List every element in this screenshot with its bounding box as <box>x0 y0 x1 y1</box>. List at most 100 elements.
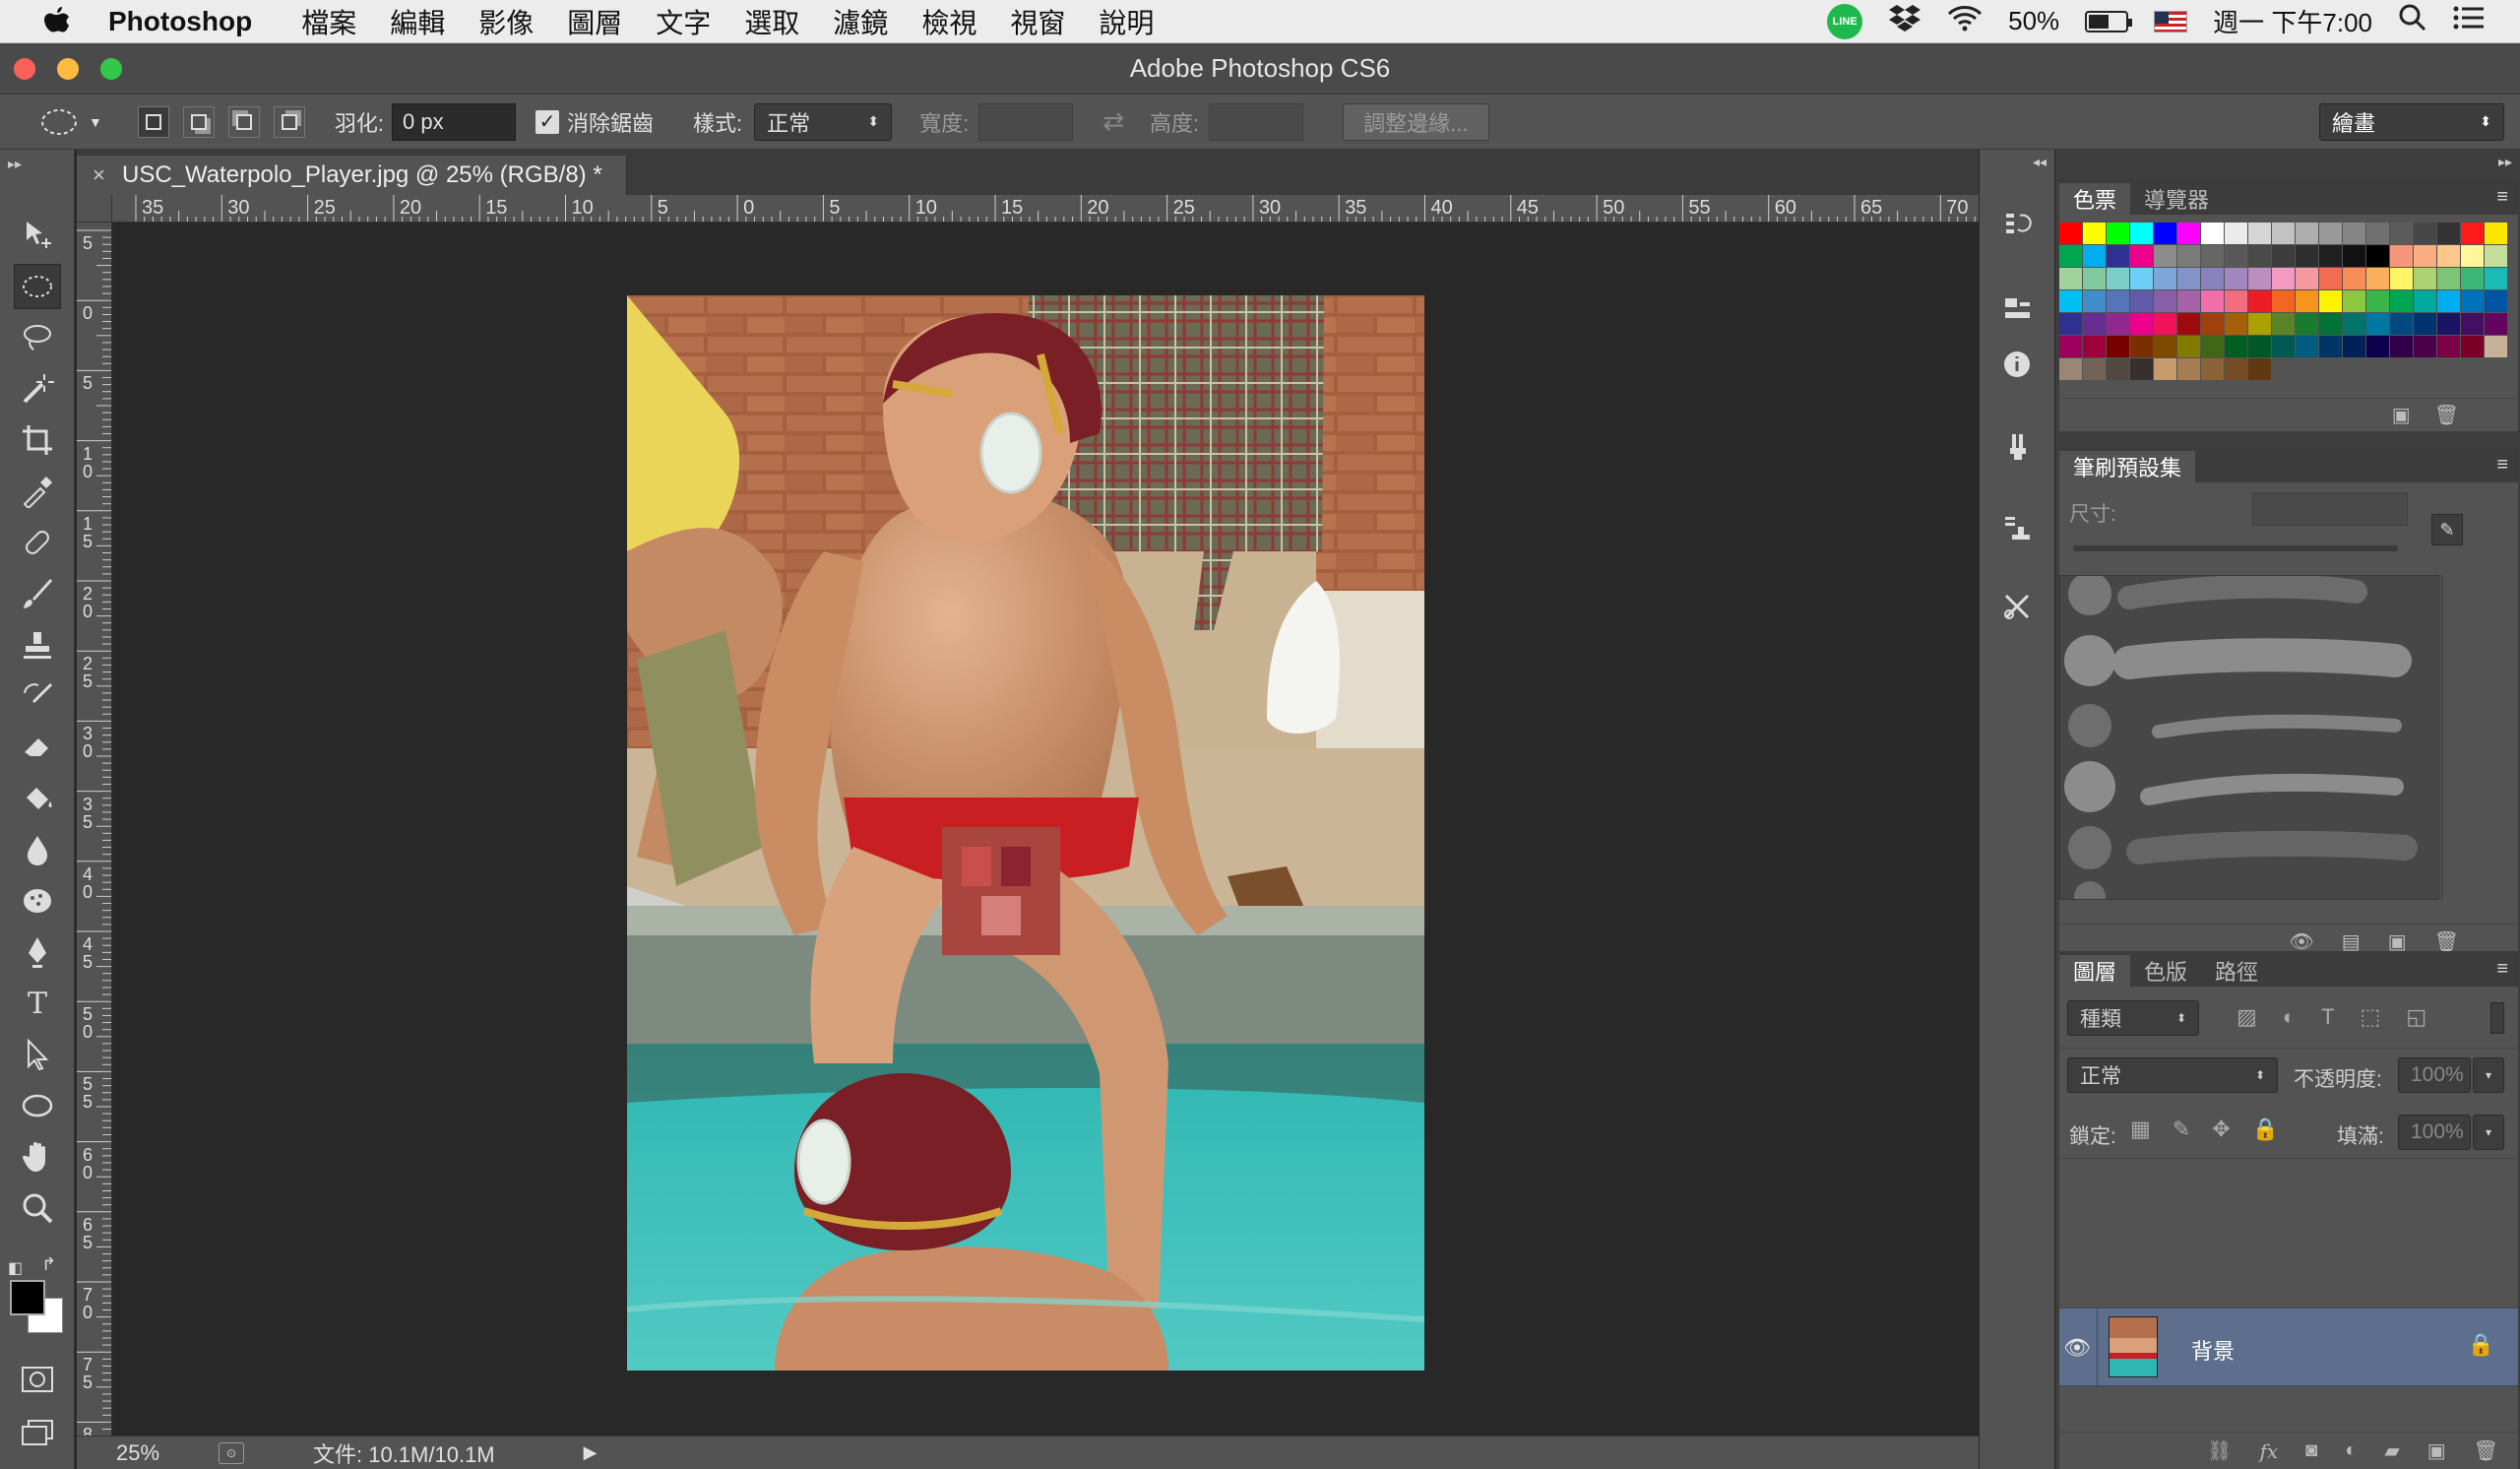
brush-list[interactable] <box>2059 575 2439 900</box>
new-adjustment-layer-icon[interactable]: ◐ <box>2345 1439 2357 1462</box>
toggle-brush-panel-icon[interactable]: ✎ <box>2431 514 2463 545</box>
color-swatch[interactable] <box>2390 313 2413 335</box>
status-info-icon[interactable]: ⊙ <box>219 1441 244 1464</box>
history-panel-icon[interactable] <box>1993 201 2041 248</box>
panel-menu-icon[interactable]: ≡ <box>2496 186 2508 209</box>
color-swatch[interactable] <box>2461 223 2484 244</box>
color-swatch[interactable] <box>2319 336 2342 357</box>
tool-presets-panel-icon[interactable] <box>1993 583 2041 630</box>
color-swatch[interactable] <box>2059 268 2082 289</box>
color-swatch[interactable] <box>2319 245 2342 267</box>
color-swatch[interactable] <box>2059 223 2082 244</box>
color-swatch[interactable] <box>2461 290 2484 312</box>
apple-icon[interactable] <box>39 4 75 39</box>
color-swatch[interactable] <box>2201 313 2224 335</box>
menu-image[interactable]: 影像 <box>478 2 534 41</box>
color-swatch[interactable] <box>2177 313 2200 335</box>
color-swatch[interactable] <box>2201 358 2224 380</box>
color-swatch[interactable] <box>2272 223 2295 244</box>
color-swatch[interactable] <box>2083 245 2106 267</box>
shape-layer-filter-icon[interactable]: ⬚ <box>2361 1004 2381 1030</box>
input-source-flag-icon[interactable] <box>2154 10 2188 32</box>
move-tool-icon[interactable] <box>14 213 61 258</box>
color-swatch[interactable] <box>2201 245 2224 267</box>
add-to-selection-button[interactable] <box>182 105 215 138</box>
collapse-tools-icon[interactable]: ▸▸ <box>8 156 22 172</box>
blend-mode-select[interactable]: 正常 ⬍ <box>2067 1057 2278 1093</box>
color-swatch[interactable] <box>2130 336 2153 357</box>
refine-edge-button[interactable]: 調整邊緣... <box>1343 102 1489 141</box>
color-swatch[interactable] <box>2485 245 2507 267</box>
line-app-icon[interactable]: LINE <box>1827 3 1863 39</box>
color-swatch[interactable] <box>2343 223 2365 244</box>
intersect-selection-button[interactable] <box>273 105 305 138</box>
menu-view[interactable]: 檢視 <box>921 2 976 41</box>
color-swatch[interactable] <box>2343 336 2365 357</box>
hand-tool-icon[interactable] <box>14 1134 61 1180</box>
brush-size-input[interactable] <box>2252 492 2408 526</box>
color-swatch[interactable] <box>2177 268 2200 289</box>
color-swatch[interactable] <box>2296 268 2318 289</box>
color-swatch[interactable] <box>2485 290 2507 312</box>
color-swatch[interactable] <box>2225 313 2247 335</box>
status-menu-arrow-icon[interactable]: ▶ <box>584 1442 598 1463</box>
tab-layers[interactable]: 圖層 <box>2059 955 2131 987</box>
eyedropper-tool-icon[interactable] <box>14 469 61 514</box>
add-mask-icon[interactable]: ◙ <box>2305 1439 2317 1462</box>
color-swatch[interactable] <box>2177 290 2200 312</box>
color-swatch[interactable] <box>2366 290 2389 312</box>
color-swatch[interactable] <box>2248 290 2271 312</box>
color-swatch[interactable] <box>2083 268 2106 289</box>
layer-effects-icon[interactable]: fx <box>2259 1439 2278 1463</box>
layer-row-background[interactable]: 👁 背景 🔒 <box>2059 1308 2518 1387</box>
swap-dimensions-icon[interactable]: ⇄ <box>1102 106 1124 137</box>
battery-icon[interactable] <box>2085 10 2133 32</box>
brush-tool-icon[interactable] <box>14 571 61 616</box>
clone-source-panel-icon[interactable] <box>1993 504 2041 551</box>
color-swatch[interactable] <box>2107 223 2129 244</box>
color-swatch[interactable] <box>2177 358 2200 380</box>
fill-dropdown-icon[interactable]: ▾ <box>2473 1115 2504 1150</box>
color-swatch[interactable] <box>2201 268 2224 289</box>
clock[interactable]: 週一 下午7:00 <box>2213 3 2372 39</box>
color-swatch[interactable] <box>2201 290 2224 312</box>
color-swatch[interactable] <box>2154 245 2176 267</box>
color-swatch[interactable] <box>2154 290 2176 312</box>
crop-tool-icon[interactable] <box>14 417 61 463</box>
color-swatch[interactable] <box>2248 223 2271 244</box>
color-swatch[interactable] <box>2083 336 2106 357</box>
color-swatch[interactable] <box>2130 245 2153 267</box>
screen-mode-icon[interactable] <box>14 1410 61 1455</box>
width-input[interactable] <box>978 102 1074 141</box>
expand-panels-icon[interactable]: ▸▸ <box>2498 154 2512 170</box>
color-swatch[interactable] <box>2177 336 2200 357</box>
menu-filter[interactable]: 濾鏡 <box>833 2 888 41</box>
color-swatch[interactable] <box>2461 268 2484 289</box>
clone-stamp-tool-icon[interactable] <box>14 622 61 668</box>
spotlight-search-icon[interactable] <box>2398 3 2427 39</box>
color-swatch[interactable] <box>2154 313 2176 335</box>
color-swatch[interactable] <box>2296 290 2318 312</box>
minimize-window-button[interactable] <box>57 58 79 80</box>
color-swatch[interactable] <box>2248 268 2271 289</box>
workspace-select[interactable]: 繪畫 ⬍ <box>2319 102 2504 141</box>
color-swatch[interactable] <box>2485 223 2507 244</box>
new-swatch-icon[interactable]: ▣ <box>2392 403 2411 427</box>
zoom-tool-icon[interactable] <box>14 1185 61 1231</box>
color-swatch[interactable] <box>2225 268 2247 289</box>
color-swatch[interactable] <box>2461 336 2484 357</box>
color-swatch[interactable] <box>2107 358 2129 380</box>
color-swatch[interactable] <box>2083 223 2106 244</box>
info-panel-icon[interactable] <box>1993 341 2041 388</box>
color-swatch[interactable] <box>2485 336 2507 357</box>
lock-position-icon[interactable]: ✥ <box>2212 1117 2230 1142</box>
color-swatch[interactable] <box>2272 245 2295 267</box>
close-window-button[interactable] <box>14 58 35 80</box>
sponge-tool-icon[interactable] <box>14 878 61 924</box>
color-swatch[interactable] <box>2248 313 2271 335</box>
new-selection-button[interactable] <box>137 105 169 138</box>
color-swatch[interactable] <box>2154 223 2176 244</box>
collapse-strip-icon[interactable]: ◂◂ <box>2033 154 2047 170</box>
color-swatch[interactable] <box>2059 336 2082 357</box>
color-swatch[interactable] <box>2461 245 2484 267</box>
